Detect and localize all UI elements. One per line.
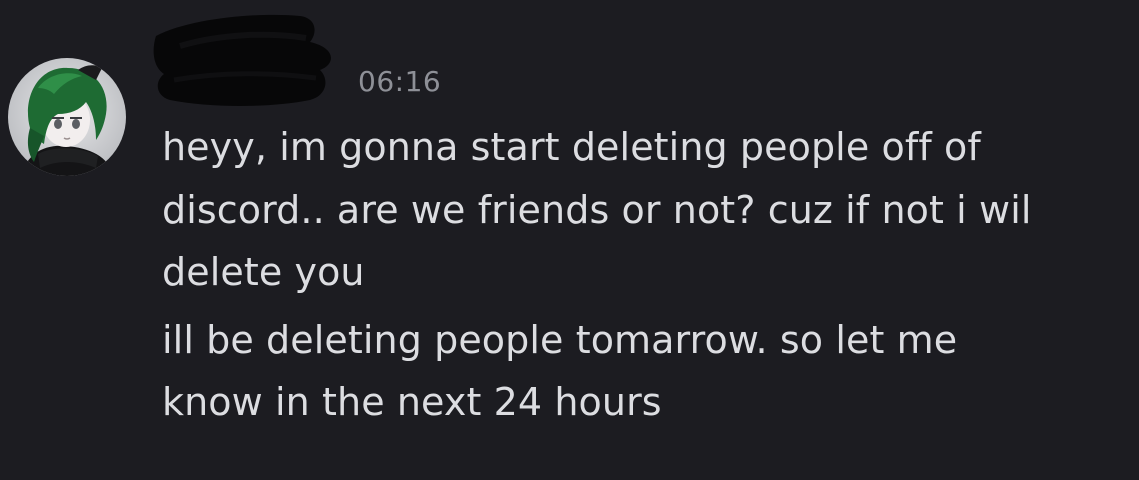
username-redaction[interactable] [150,8,340,116]
anime-avatar-icon [8,58,126,176]
message-text-1: heyy, im gonna start deleting people off… [162,125,1032,294]
message-content: heyy, im gonna start deleting people off… [162,116,1122,434]
message-timestamp[interactable]: 06:16 [358,64,441,100]
user-avatar[interactable] [8,58,126,176]
message-group: 06:16 heyy, im gonna start deleting peop… [0,0,1139,480]
scribble-redaction-icon [153,14,331,107]
message-text-2: ill be deleting people tomarrow. so let … [162,317,958,425]
